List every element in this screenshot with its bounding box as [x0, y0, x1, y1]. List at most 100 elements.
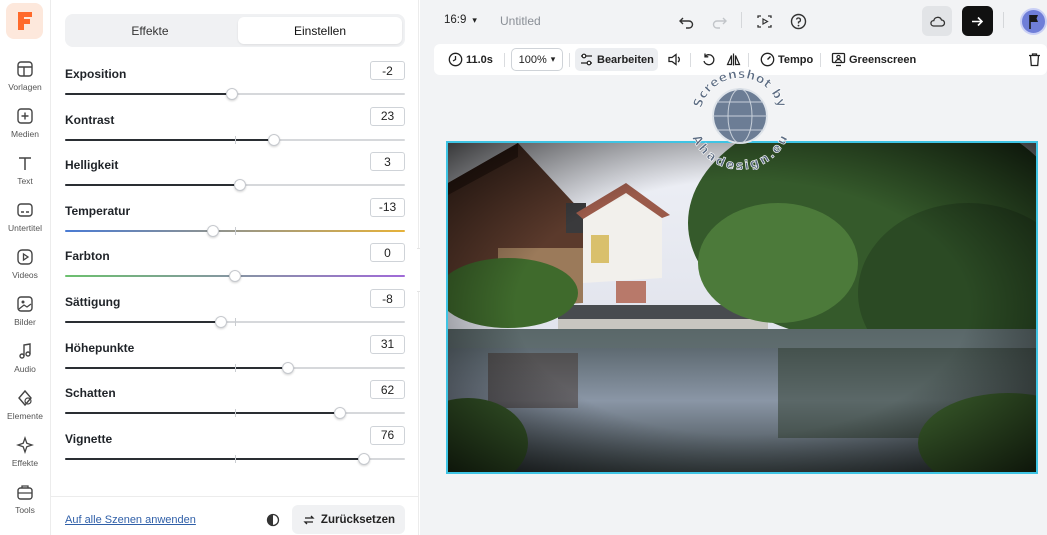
adjust-value-field[interactable]: 31 — [370, 334, 405, 354]
rail-item-elemente[interactable]: Elemente — [0, 385, 50, 429]
adjust-slider-track[interactable] — [65, 179, 405, 192]
adjust-value-field[interactable]: 23 — [370, 106, 405, 126]
adjust-label: Exposition — [65, 67, 127, 81]
rail-item-label: Vorlagen — [8, 82, 42, 92]
export-button[interactable] — [962, 6, 993, 36]
edit-button[interactable]: Bearbeiten — [575, 48, 658, 71]
preview-button[interactable] — [753, 10, 775, 32]
cloud-icon — [929, 16, 945, 27]
avatar[interactable] — [1020, 8, 1047, 35]
greenscreen-button[interactable]: Greenscreen — [827, 48, 920, 71]
adjust-slider-track[interactable] — [65, 316, 405, 328]
rail-item-text[interactable]: Text — [0, 150, 50, 194]
greenscreen-icon — [831, 52, 846, 67]
adjust-panel: Effekte Einstellen Exposition -2 Kontrast 2… — [51, 0, 419, 535]
adjust-slider-track[interactable] — [65, 270, 405, 283]
greenscreen-label: Greenscreen — [849, 53, 917, 66]
panel-tabs: Effekte Einstellen — [65, 14, 405, 47]
editor-main: 16:9 ▾ Untitled 11.0s 100% ▾ Bearbeiten … — [420, 0, 1047, 535]
tab-effekte[interactable]: Effekte — [68, 17, 232, 44]
rail-item-videos[interactable]: Videos — [0, 244, 50, 288]
rail-item-vorlagen[interactable]: Vorlagen — [0, 56, 50, 100]
adjust-slider-fill — [65, 412, 341, 415]
adjust-value-field[interactable]: 76 — [370, 425, 405, 445]
divider — [741, 12, 742, 28]
aspect-ratio-dropdown[interactable]: 16:9 ▾ — [444, 14, 477, 26]
brand-logo-icon — [17, 12, 32, 30]
reset-button-label: Zurücksetzen — [320, 513, 396, 526]
slider-center-tick — [235, 363, 236, 372]
adjust-slider-thumb[interactable] — [229, 270, 241, 283]
redo-button[interactable] — [708, 10, 730, 32]
rail-item-label: Elemente — [7, 411, 43, 421]
rail-item-tools[interactable]: Tools — [0, 479, 50, 523]
rail-item-medien[interactable]: Medien — [0, 103, 50, 147]
adjust-slider-thumb[interactable] — [225, 88, 238, 100]
adjust-slider-fill — [65, 321, 222, 323]
help-icon — [790, 13, 806, 29]
video-frame-image — [448, 143, 1036, 472]
adjust-slider-thumb[interactable] — [334, 407, 347, 420]
adjust-row: Farbton 0 — [65, 243, 405, 289]
image-icon — [17, 296, 33, 312]
slider-center-tick — [235, 454, 236, 463]
adjust-slider-track[interactable] — [65, 407, 405, 420]
adjust-label: Kontrast — [65, 112, 115, 127]
adjust-slider-thumb[interactable] — [268, 133, 281, 146]
adjust-slider-track[interactable] — [65, 88, 405, 100]
reset-button[interactable]: Zurücksetzen — [292, 505, 405, 534]
adjust-slider-track[interactable] — [65, 133, 405, 146]
apply-all-scenes-link[interactable]: Auf alle Szenen anwenden — [65, 514, 196, 526]
brand-logo[interactable] — [6, 3, 43, 39]
rail-item-bilder[interactable]: Bilder — [0, 291, 50, 335]
slider-center-tick — [235, 226, 236, 235]
adjust-slider-thumb[interactable] — [281, 361, 294, 374]
rail-item-label: Untertitel — [7, 223, 42, 233]
adjust-row: Kontrast 23 — [65, 106, 405, 153]
rail-item-label: Bilder — [14, 317, 36, 327]
adjust-value-field[interactable]: 3 — [370, 152, 405, 172]
adjust-slider-fill — [65, 366, 288, 369]
reset-icon — [303, 515, 315, 524]
adjust-value-field[interactable]: -13 — [370, 197, 405, 217]
arrow-right-icon — [972, 16, 984, 26]
adjust-slider-fill — [65, 184, 241, 187]
adjust-label: Sättigung — [65, 295, 121, 309]
adjust-row: Schatten 62 — [65, 380, 405, 426]
tab-einstellen[interactable]: Einstellen — [238, 17, 402, 44]
delete-button[interactable] — [1023, 48, 1047, 71]
undo-button[interactable] — [675, 10, 697, 32]
compare-icon[interactable] — [266, 513, 280, 527]
music-note-icon — [19, 343, 31, 359]
rail-item-label: Medien — [11, 129, 39, 139]
adjust-row: Temperatur -13 — [65, 197, 405, 244]
trash-icon — [1029, 53, 1040, 67]
help-button[interactable] — [787, 10, 809, 32]
rail-item-untertitel[interactable]: Untertitel — [0, 197, 50, 241]
adjust-slider-track[interactable] — [65, 224, 405, 237]
rail-item-effekte[interactable]: Effekte — [0, 432, 50, 476]
duration-button[interactable]: 11.0s — [444, 48, 497, 71]
adjust-slider-thumb[interactable] — [215, 316, 228, 328]
adjust-row: Höhepunkte 31 — [65, 334, 405, 381]
rail-item-audio[interactable]: Audio — [0, 338, 50, 382]
sparkle-icon — [16, 436, 34, 454]
play-circle-icon — [17, 249, 33, 265]
adjust-value-field[interactable]: 62 — [370, 380, 405, 400]
zoom-dropdown[interactable]: 100% ▾ — [511, 48, 563, 71]
adjust-slider-track[interactable] — [65, 452, 405, 465]
zoom-value: 100% — [518, 53, 547, 66]
adjust-slider-thumb[interactable] — [358, 452, 371, 465]
chevron-down-icon: ▾ — [472, 14, 477, 25]
adjust-value-field[interactable]: -8 — [370, 289, 405, 308]
adjust-slider-track[interactable] — [65, 361, 405, 374]
project-title[interactable]: Untitled — [500, 14, 541, 28]
video-canvas[interactable] — [446, 141, 1038, 474]
shapes-icon — [18, 389, 32, 407]
adjust-value-field[interactable]: 0 — [370, 243, 405, 263]
adjust-slider-thumb[interactable] — [234, 179, 247, 192]
cloud-save-button[interactable] — [922, 6, 952, 36]
adjust-slider-thumb[interactable] — [206, 224, 219, 237]
adjust-value-field[interactable]: -2 — [370, 61, 405, 80]
adjust-slider-fill — [65, 138, 275, 141]
